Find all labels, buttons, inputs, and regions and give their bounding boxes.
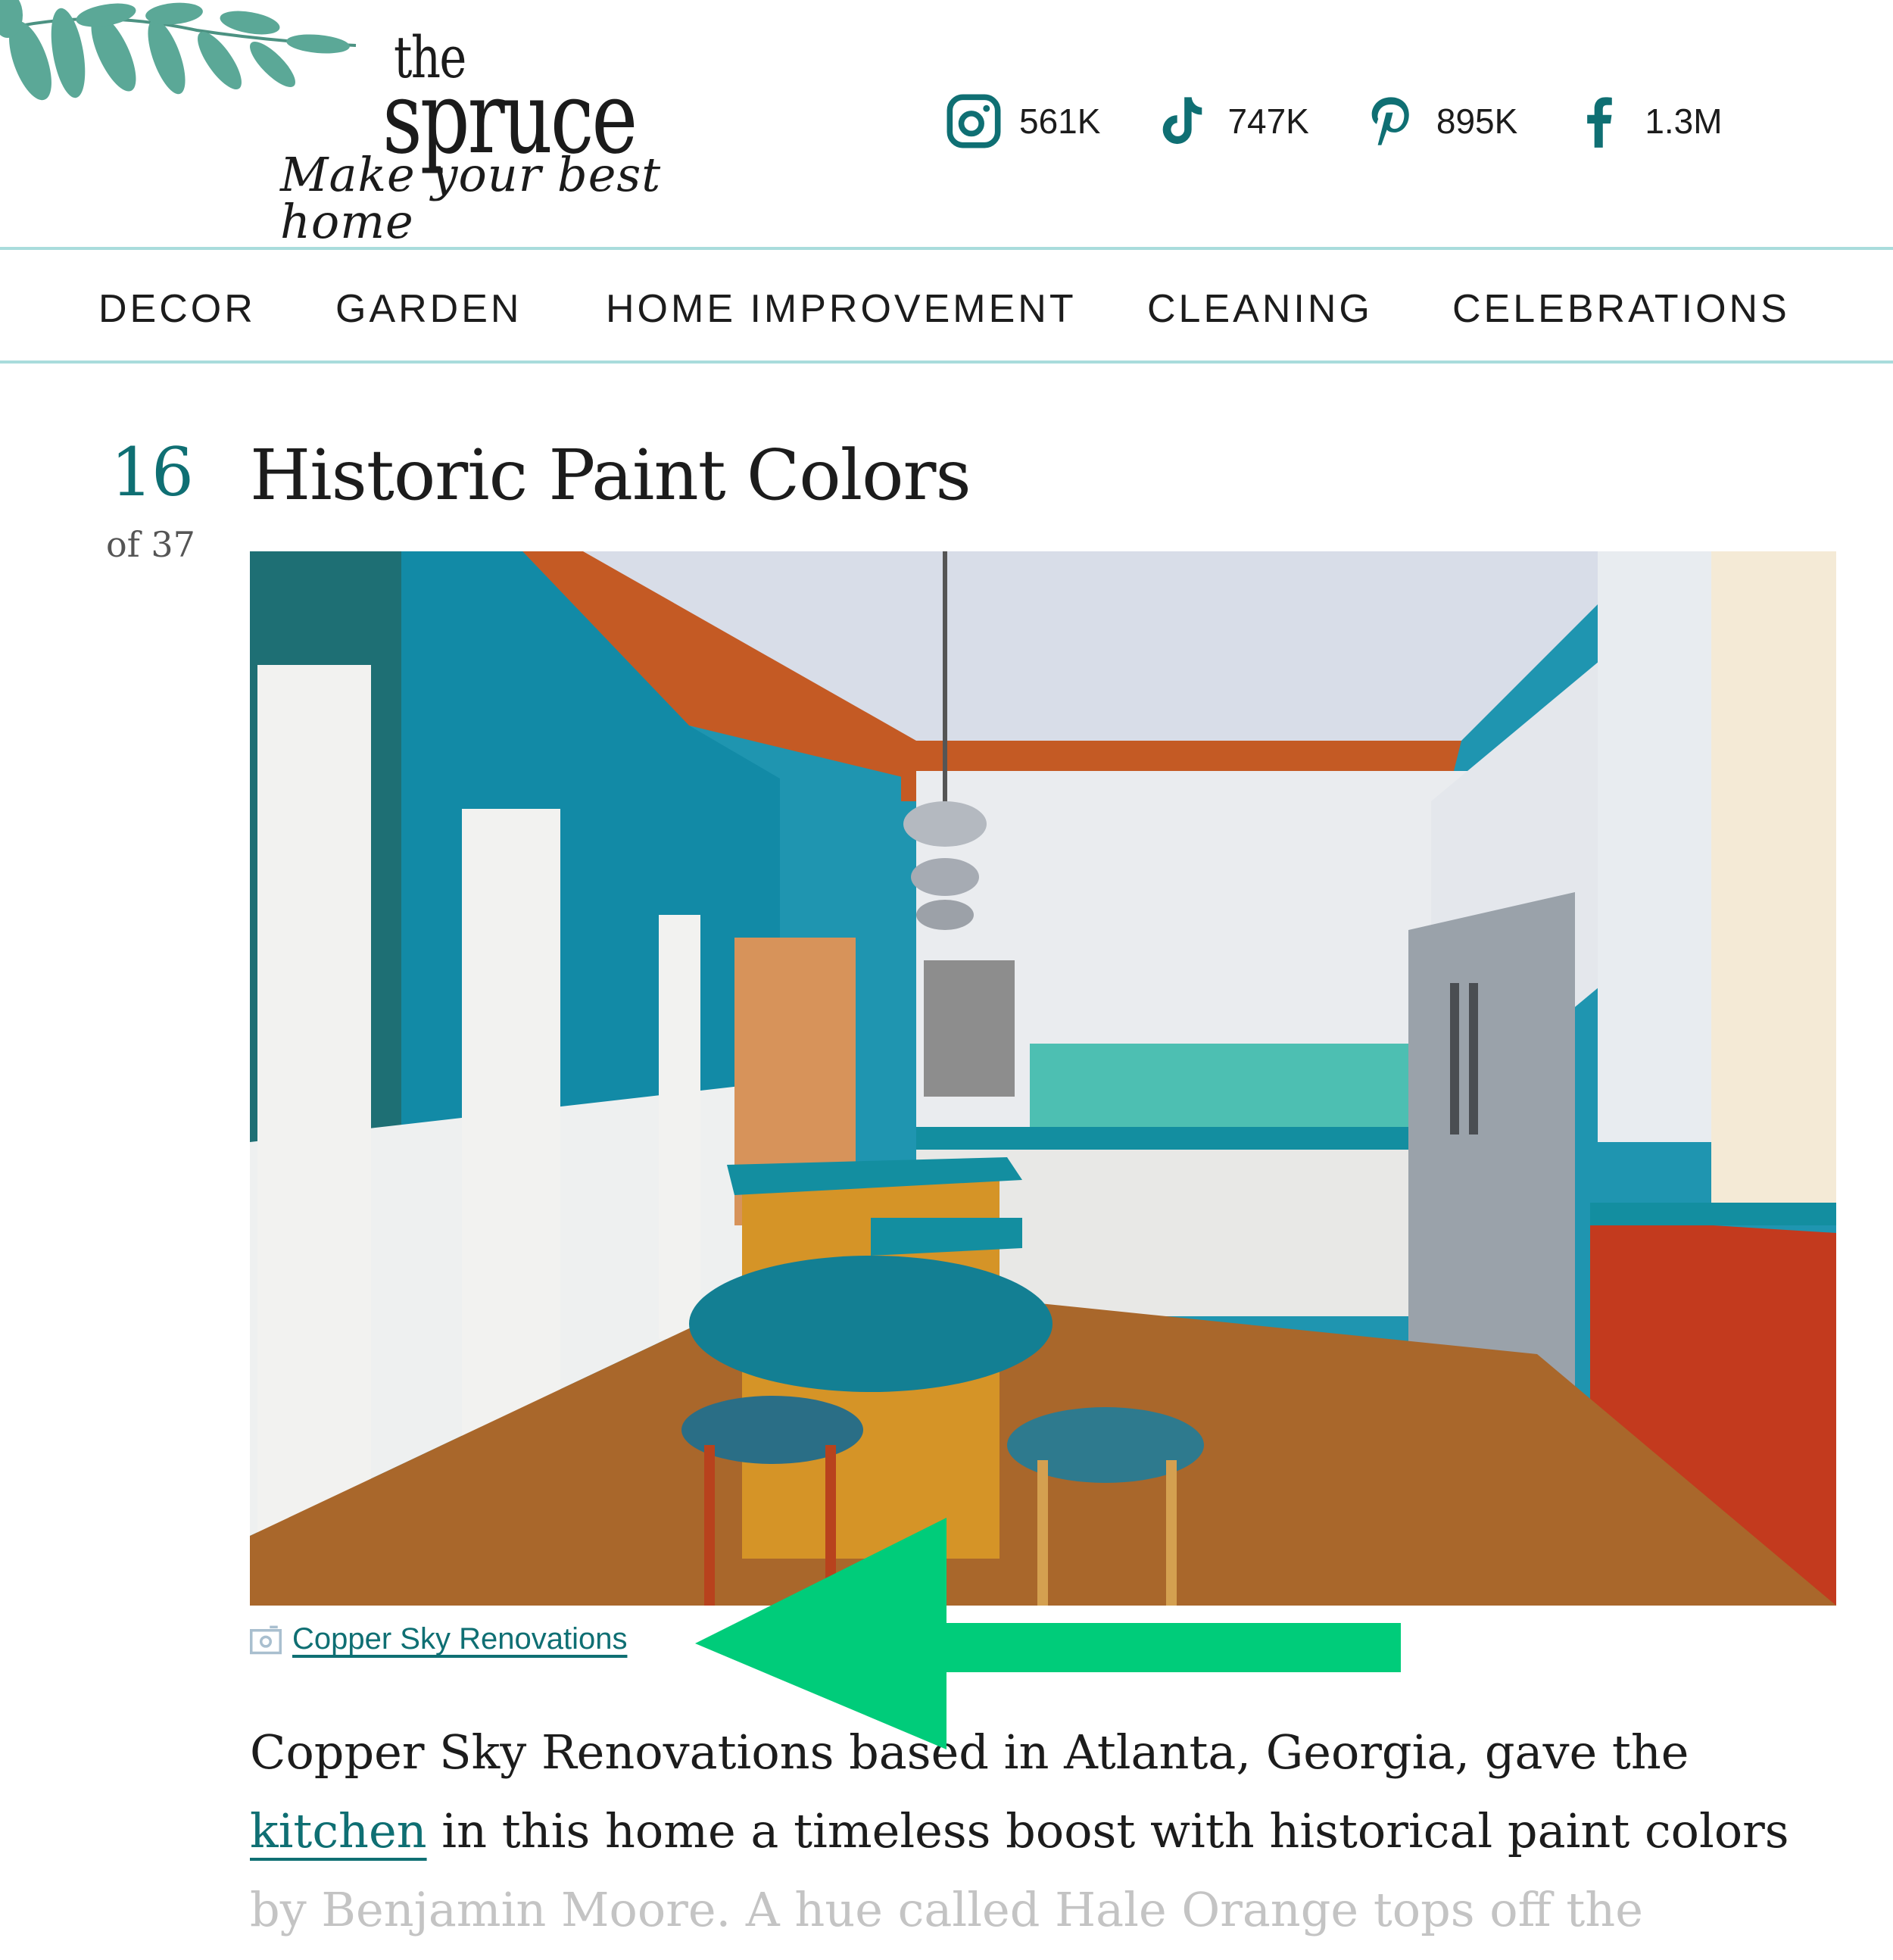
social-facebook[interactable]: 1.3M (1570, 92, 1723, 150)
nav-item-garden[interactable]: GARDEN (335, 289, 522, 329)
article-photo (250, 551, 1836, 1606)
header-divider (0, 247, 1893, 250)
nav-divider (0, 360, 1893, 364)
photo-credit-link[interactable]: Copper Sky Renovations (292, 1622, 627, 1656)
body-line-2: kitchen in this home a timeless boost wi… (250, 1792, 1855, 1871)
body-line-2-text: in this home a timeless boost with histo… (426, 1803, 1789, 1859)
nav-item-decor[interactable]: DECOR (98, 289, 256, 329)
kitchen-illustration (250, 551, 1836, 1606)
social-count: 895K (1436, 101, 1518, 141)
article-body: Copper Sky Renovations based in Atlanta,… (250, 1713, 1855, 1949)
nav-item-celebrations[interactable]: CELEBRATIONS (1452, 289, 1790, 329)
slide-total: of 37 (106, 524, 195, 565)
main-nav: DECOR GARDEN HOME IMPROVEMENT CLEANING C… (0, 251, 1893, 362)
article-title: Historic Paint Colors (250, 435, 971, 516)
body-line-1: Copper Sky Renovations based in Atlanta,… (250, 1724, 1689, 1780)
pinterest-icon (1371, 97, 1409, 145)
kitchen-link[interactable]: kitchen (250, 1803, 427, 1859)
nav-item-cleaning[interactable]: CLEANING (1147, 289, 1373, 329)
social-tiktok[interactable]: 747K (1153, 92, 1309, 150)
nav-item-home-improvement[interactable]: HOME IMPROVEMENT (606, 289, 1077, 329)
camera-icon (250, 1625, 282, 1654)
tiktok-icon (1163, 97, 1202, 145)
social-links: 561K 747K 895K 1.3M (945, 91, 1776, 151)
body-line-3: by Benjamin Moore. A hue called Hale Ora… (250, 1882, 1643, 1937)
social-instagram[interactable]: 561K (945, 92, 1100, 150)
instagram-icon (946, 94, 1001, 148)
social-count: 1.3M (1645, 101, 1723, 141)
site-logo[interactable]: the spruce Make your best home (273, 23, 803, 245)
logo-tagline: Make your best home (280, 147, 662, 249)
social-pinterest[interactable]: 895K (1362, 92, 1517, 150)
facebook-icon (1587, 97, 1613, 148)
photo-credit: Copper Sky Renovations (250, 1622, 627, 1656)
slide-number: 16 (111, 433, 194, 511)
social-count: 747K (1227, 101, 1309, 141)
social-count: 561K (1019, 101, 1101, 141)
